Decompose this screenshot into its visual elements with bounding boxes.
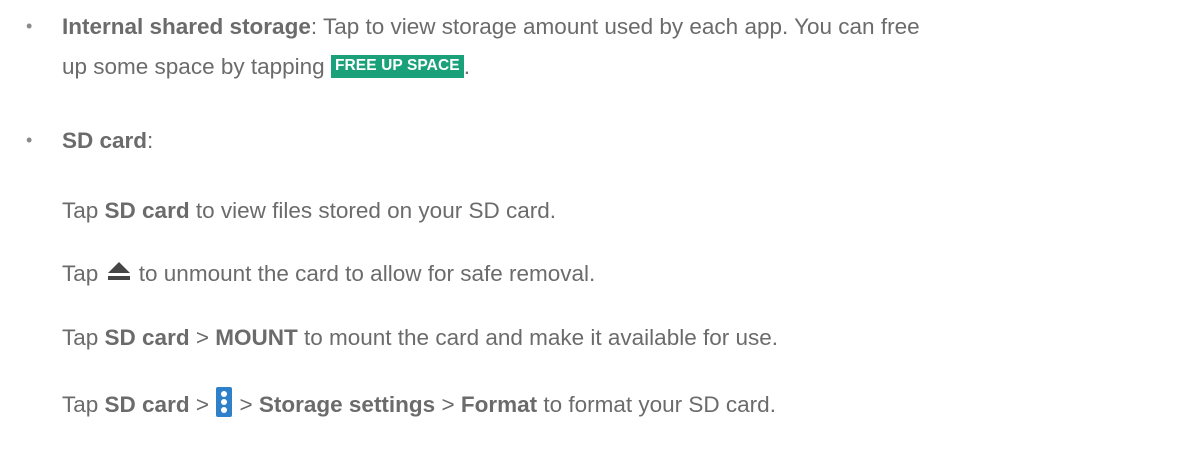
bullet: • [26, 16, 33, 36]
more-vert-icon [216, 387, 233, 417]
sd-card-title: SD card [62, 128, 148, 153]
internal-storage-line-2: up some space by tapping FREE UP SPACE. [62, 54, 470, 79]
sd-instruction-unmount: Tap to unmount the card to allow for saf… [62, 259, 595, 289]
sd-card-heading: SD card: [62, 128, 154, 153]
eject-icon [107, 259, 131, 289]
sd-instruction-format: Tap SD card > > Storage settings > Forma… [62, 387, 776, 420]
bullet: • [26, 130, 33, 150]
internal-storage-title: Internal shared storage [62, 14, 311, 39]
internal-storage-line-1: Internal shared storage: Tap to view sto… [62, 14, 920, 39]
free-up-space-button: FREE UP SPACE [330, 55, 464, 78]
sd-instruction-view: Tap SD card to view files stored on your… [62, 198, 556, 223]
sd-instruction-mount: Tap SD card > MOUNT to mount the card an… [62, 325, 779, 350]
